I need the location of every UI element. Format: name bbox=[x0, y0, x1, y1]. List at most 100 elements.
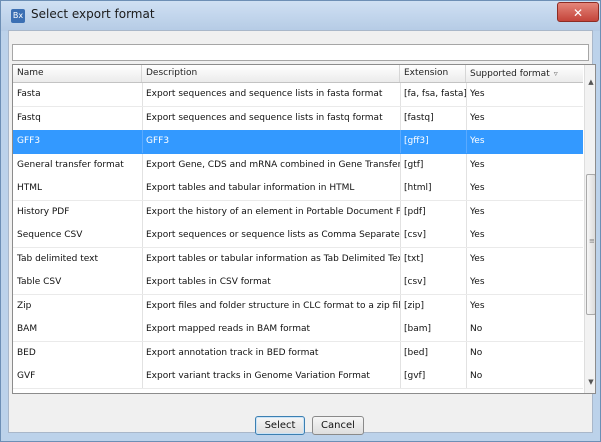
table-row[interactable]: Table CSV Export tables in CSV format [csv… bbox=[13, 271, 583, 295]
cell-description: Export sequences and sequence lists in f… bbox=[146, 89, 383, 99]
table-row[interactable]: GVF Export variant tracks in Genome Varia… bbox=[13, 365, 583, 389]
column-divider bbox=[142, 130, 143, 153]
cell-supported-format: Yes bbox=[470, 159, 485, 170]
cell-supported-format: Yes bbox=[470, 300, 485, 311]
table-row[interactable]: Zip Export files and folder structure in … bbox=[13, 294, 583, 319]
column-divider bbox=[400, 153, 401, 177]
cell-supported-format: No bbox=[470, 347, 483, 358]
cell-description: Export tables or tabular information as … bbox=[146, 253, 400, 264]
cell-supported-format: Yes bbox=[470, 230, 485, 240]
scrollbar-thumb[interactable]: ≡ bbox=[586, 174, 595, 315]
dialog-title: Select export format bbox=[31, 7, 155, 21]
column-divider bbox=[466, 294, 467, 318]
column-divider bbox=[142, 271, 143, 294]
cell-extension: [bam] bbox=[404, 324, 432, 334]
cell-name: GVF bbox=[17, 371, 36, 381]
cell-supported-format: Yes bbox=[470, 183, 485, 193]
cell-supported-format: No bbox=[470, 324, 483, 334]
format-table: Name Description Extension Supported for… bbox=[12, 64, 596, 394]
select-button[interactable]: Select bbox=[255, 416, 305, 435]
column-divider bbox=[142, 224, 143, 247]
table-row[interactable]: Fastq Export sequences and sequence lists… bbox=[13, 106, 583, 131]
cell-description: Export tables and tabular information in… bbox=[146, 183, 355, 193]
cell-extension: [bed] bbox=[404, 347, 428, 358]
cell-extension: [zip] bbox=[404, 300, 424, 311]
app-icon: Bx bbox=[11, 9, 25, 23]
column-divider bbox=[466, 83, 467, 106]
cell-supported-format: Yes bbox=[470, 89, 485, 99]
cell-extension: [txt] bbox=[404, 253, 424, 264]
table-row[interactable]: History PDF Export the history of an elem… bbox=[13, 200, 583, 225]
cell-name: Tab delimited text bbox=[17, 253, 99, 264]
close-button[interactable]: ✕ bbox=[557, 2, 599, 22]
cell-supported-format: Yes bbox=[470, 253, 485, 264]
column-divider bbox=[400, 271, 401, 294]
column-divider bbox=[400, 365, 401, 388]
cell-name: Fasta bbox=[17, 89, 41, 99]
cell-supported-format: Yes bbox=[470, 112, 485, 123]
table-row[interactable]: General transfer format Export Gene, CDS … bbox=[13, 153, 583, 178]
column-divider bbox=[400, 130, 401, 153]
cell-name: Sequence CSV bbox=[17, 230, 83, 240]
table-row[interactable]: HTML Export tables and tabular informatio… bbox=[13, 177, 583, 201]
table-row[interactable]: Fasta Export sequences and sequence lists… bbox=[13, 83, 583, 107]
cell-name: Zip bbox=[17, 300, 32, 311]
cell-extension: [fa, fsa, fasta] bbox=[404, 89, 466, 99]
column-divider bbox=[400, 341, 401, 365]
column-header-name[interactable]: Name bbox=[13, 65, 142, 82]
table-row[interactable]: BAM Export mapped reads in BAM format [bam… bbox=[13, 318, 583, 342]
column-divider bbox=[142, 153, 143, 177]
cell-name: GFF3 bbox=[17, 136, 41, 146]
sort-descending-icon: ▿ bbox=[553, 69, 558, 78]
column-header-description[interactable]: Description bbox=[142, 65, 400, 82]
cell-description: Export mapped reads in BAM format bbox=[146, 324, 311, 334]
scroll-down-icon[interactable]: ▼ bbox=[585, 375, 595, 389]
cell-supported-format: Yes bbox=[470, 136, 485, 146]
column-header-extension[interactable]: Extension bbox=[400, 65, 466, 82]
table-row[interactable]: Tab delimited text Export tables or tabul… bbox=[13, 247, 583, 272]
column-divider bbox=[466, 224, 467, 247]
table-header: Name Description Extension Supported for… bbox=[13, 65, 583, 83]
filter-input[interactable] bbox=[12, 44, 589, 61]
column-divider bbox=[466, 153, 467, 177]
cell-name: History PDF bbox=[17, 206, 70, 217]
cell-name: BED bbox=[17, 347, 36, 358]
column-divider bbox=[466, 177, 467, 200]
column-header-supported-format-label: Supported format bbox=[470, 69, 550, 79]
column-divider bbox=[142, 294, 143, 318]
column-divider bbox=[400, 83, 401, 106]
column-divider bbox=[142, 200, 143, 224]
column-divider bbox=[466, 365, 467, 388]
cell-description: GFF3 bbox=[146, 136, 170, 146]
column-divider bbox=[466, 130, 467, 153]
cell-name: HTML bbox=[17, 183, 43, 193]
column-divider bbox=[466, 271, 467, 294]
title-bar[interactable]: Bx Select export format ✕ bbox=[1, 1, 600, 31]
grip-icon: ≡ bbox=[589, 237, 595, 245]
column-divider bbox=[400, 247, 401, 271]
cell-extension: [html] bbox=[404, 183, 432, 193]
cell-description: Export Gene, CDS and mRNA combined in Ge… bbox=[146, 159, 400, 170]
cell-supported-format: Yes bbox=[470, 277, 485, 287]
scroll-up-icon[interactable]: ▲ bbox=[585, 75, 595, 89]
cell-description: Export tables in CSV format bbox=[146, 277, 271, 287]
cell-description: Export sequences or sequence lists as Co… bbox=[146, 230, 400, 240]
cell-extension: [csv] bbox=[404, 277, 426, 287]
column-divider bbox=[466, 106, 467, 130]
column-header-supported-format[interactable]: Supported format ▿ bbox=[466, 65, 583, 82]
table-row[interactable]: Sequence CSV Export sequences or sequence… bbox=[13, 224, 583, 248]
cell-extension: [gvf] bbox=[404, 371, 426, 381]
cell-extension: [fastq] bbox=[404, 112, 434, 123]
column-divider bbox=[466, 247, 467, 271]
vertical-scrollbar[interactable]: ▲ ≡ ▼ bbox=[584, 65, 595, 393]
column-divider bbox=[400, 200, 401, 224]
column-divider bbox=[142, 247, 143, 271]
cancel-button[interactable]: Cancel bbox=[312, 416, 364, 435]
cell-supported-format: Yes bbox=[470, 206, 485, 217]
column-divider bbox=[142, 177, 143, 200]
column-divider bbox=[400, 177, 401, 200]
table-row[interactable]: BED Export annotation track in BED format… bbox=[13, 341, 583, 366]
column-divider bbox=[142, 83, 143, 106]
table-row[interactable]: GFF3 GFF3 [gff3] Yes bbox=[13, 130, 583, 154]
column-divider bbox=[466, 318, 467, 341]
